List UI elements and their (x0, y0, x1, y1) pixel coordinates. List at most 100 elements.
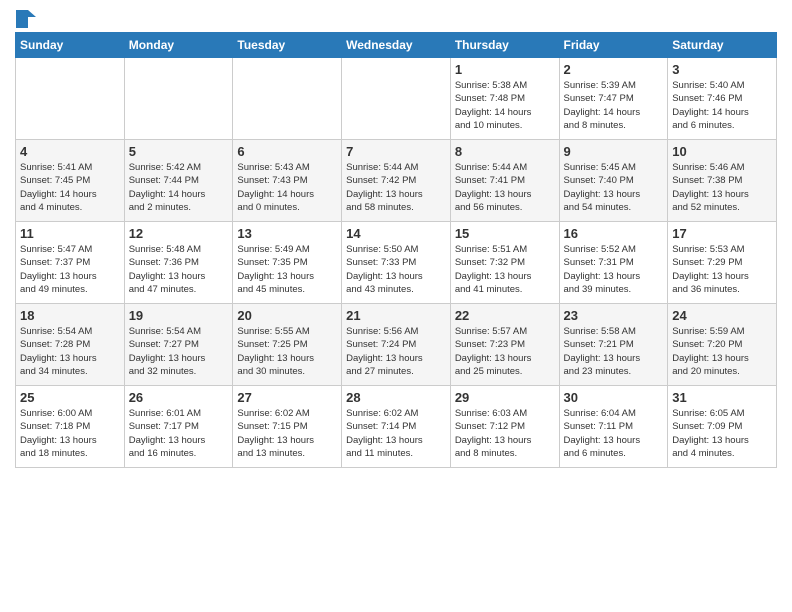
day-number: 3 (672, 62, 772, 77)
day-number: 31 (672, 390, 772, 405)
day-info: Sunrise: 6:04 AM Sunset: 7:11 PM Dayligh… (564, 407, 664, 460)
day-number: 27 (237, 390, 337, 405)
day-cell: 15 Sunrise: 5:51 AM Sunset: 7:32 PM Dayli… (450, 222, 559, 304)
day-number: 2 (564, 62, 664, 77)
calendar-table: SundayMondayTuesdayWednesdayThursdayFrid… (15, 32, 777, 468)
day-cell: 26 Sunrise: 6:01 AM Sunset: 7:17 PM Dayli… (124, 386, 233, 468)
day-number: 25 (20, 390, 120, 405)
day-cell: 31 Sunrise: 6:05 AM Sunset: 7:09 PM Dayli… (668, 386, 777, 468)
day-number: 24 (672, 308, 772, 323)
day-cell: 1 Sunrise: 5:38 AM Sunset: 7:48 PM Daylig… (450, 58, 559, 140)
day-info: Sunrise: 6:01 AM Sunset: 7:17 PM Dayligh… (129, 407, 229, 460)
day-info: Sunrise: 5:47 AM Sunset: 7:37 PM Dayligh… (20, 243, 120, 296)
day-info: Sunrise: 5:49 AM Sunset: 7:35 PM Dayligh… (237, 243, 337, 296)
logo-icon (16, 10, 36, 28)
day-info: Sunrise: 5:45 AM Sunset: 7:40 PM Dayligh… (564, 161, 664, 214)
day-cell: 28Sunrise: 6:02 AM Sunset: 7:14 PM Dayli… (342, 386, 451, 468)
day-cell: 17 Sunrise: 5:53 AM Sunset: 7:29 PM Dayli… (668, 222, 777, 304)
day-info: Sunrise: 5:40 AM Sunset: 7:46 PM Dayligh… (672, 79, 772, 132)
day-cell: 20 Sunrise: 5:55 AM Sunset: 7:25 PM Dayli… (233, 304, 342, 386)
header-row: SundayMondayTuesdayWednesdayThursdayFrid… (16, 33, 777, 58)
header-saturday: Saturday (668, 33, 777, 58)
header-thursday: Thursday (450, 33, 559, 58)
day-info: Sunrise: 5:53 AM Sunset: 7:29 PM Dayligh… (672, 243, 772, 296)
day-cell (124, 58, 233, 140)
day-number: 11 (20, 226, 120, 241)
header-wednesday: Wednesday (342, 33, 451, 58)
day-cell: 13 Sunrise: 5:49 AM Sunset: 7:35 PM Dayli… (233, 222, 342, 304)
day-number: 26 (129, 390, 229, 405)
day-cell: 4 Sunrise: 5:41 AM Sunset: 7:45 PM Daylig… (16, 140, 125, 222)
day-info: Sunrise: 5:42 AM Sunset: 7:44 PM Dayligh… (129, 161, 229, 214)
day-cell: 19 Sunrise: 5:54 AM Sunset: 7:27 PM Dayli… (124, 304, 233, 386)
day-number: 20 (237, 308, 337, 323)
day-info: Sunrise: 5:54 AM Sunset: 7:27 PM Dayligh… (129, 325, 229, 378)
day-info: Sunrise: 5:56 AM Sunset: 7:24 PM Dayligh… (346, 325, 446, 378)
day-cell: 3 Sunrise: 5:40 AM Sunset: 7:46 PM Daylig… (668, 58, 777, 140)
header-tuesday: Tuesday (233, 33, 342, 58)
day-number: 14 (346, 226, 446, 241)
day-number: 17 (672, 226, 772, 241)
day-info: Sunrise: 5:58 AM Sunset: 7:21 PM Dayligh… (564, 325, 664, 378)
day-cell: 7 Sunrise: 5:44 AM Sunset: 7:42 PM Daylig… (342, 140, 451, 222)
logo (15, 10, 37, 24)
day-info: Sunrise: 5:57 AM Sunset: 7:23 PM Dayligh… (455, 325, 555, 378)
day-number: 16 (564, 226, 664, 241)
day-number: 8 (455, 144, 555, 159)
day-cell: 5Sunrise: 5:42 AM Sunset: 7:44 PM Daylig… (124, 140, 233, 222)
day-cell (342, 58, 451, 140)
day-cell: 11 Sunrise: 5:47 AM Sunset: 7:37 PM Dayli… (16, 222, 125, 304)
header-sunday: Sunday (16, 33, 125, 58)
week-row-4: 25 Sunrise: 6:00 AM Sunset: 7:18 PM Dayli… (16, 386, 777, 468)
week-row-2: 11 Sunrise: 5:47 AM Sunset: 7:37 PM Dayli… (16, 222, 777, 304)
week-row-1: 4 Sunrise: 5:41 AM Sunset: 7:45 PM Daylig… (16, 140, 777, 222)
day-number: 1 (455, 62, 555, 77)
day-number: 18 (20, 308, 120, 323)
day-number: 12 (129, 226, 229, 241)
day-number: 19 (129, 308, 229, 323)
day-cell: 12 Sunrise: 5:48 AM Sunset: 7:36 PM Dayli… (124, 222, 233, 304)
day-number: 29 (455, 390, 555, 405)
day-cell: 9Sunrise: 5:45 AM Sunset: 7:40 PM Daylig… (559, 140, 668, 222)
day-info: Sunrise: 5:44 AM Sunset: 7:42 PM Dayligh… (346, 161, 446, 214)
day-info: Sunrise: 6:02 AM Sunset: 7:15 PM Dayligh… (237, 407, 337, 460)
week-row-0: 1 Sunrise: 5:38 AM Sunset: 7:48 PM Daylig… (16, 58, 777, 140)
day-info: Sunrise: 5:51 AM Sunset: 7:32 PM Dayligh… (455, 243, 555, 296)
day-info: Sunrise: 6:05 AM Sunset: 7:09 PM Dayligh… (672, 407, 772, 460)
day-cell: 21 Sunrise: 5:56 AM Sunset: 7:24 PM Dayli… (342, 304, 451, 386)
day-info: Sunrise: 5:39 AM Sunset: 7:47 PM Dayligh… (564, 79, 664, 132)
day-number: 28 (346, 390, 446, 405)
day-cell (233, 58, 342, 140)
day-cell: 22Sunrise: 5:57 AM Sunset: 7:23 PM Dayli… (450, 304, 559, 386)
day-info: Sunrise: 5:41 AM Sunset: 7:45 PM Dayligh… (20, 161, 120, 214)
day-cell: 29 Sunrise: 6:03 AM Sunset: 7:12 PM Dayli… (450, 386, 559, 468)
day-info: Sunrise: 5:38 AM Sunset: 7:48 PM Dayligh… (455, 79, 555, 132)
day-number: 10 (672, 144, 772, 159)
day-cell: 10 Sunrise: 5:46 AM Sunset: 7:38 PM Dayli… (668, 140, 777, 222)
day-number: 7 (346, 144, 446, 159)
day-info: Sunrise: 5:55 AM Sunset: 7:25 PM Dayligh… (237, 325, 337, 378)
week-row-3: 18 Sunrise: 5:54 AM Sunset: 7:28 PM Dayli… (16, 304, 777, 386)
day-info: Sunrise: 6:03 AM Sunset: 7:12 PM Dayligh… (455, 407, 555, 460)
day-info: Sunrise: 6:00 AM Sunset: 7:18 PM Dayligh… (20, 407, 120, 460)
day-info: Sunrise: 5:43 AM Sunset: 7:43 PM Dayligh… (237, 161, 337, 214)
day-info: Sunrise: 5:50 AM Sunset: 7:33 PM Dayligh… (346, 243, 446, 296)
day-number: 13 (237, 226, 337, 241)
day-cell: 14 Sunrise: 5:50 AM Sunset: 7:33 PM Dayli… (342, 222, 451, 304)
day-number: 4 (20, 144, 120, 159)
day-info: Sunrise: 5:52 AM Sunset: 7:31 PM Dayligh… (564, 243, 664, 296)
day-info: Sunrise: 5:44 AM Sunset: 7:41 PM Dayligh… (455, 161, 555, 214)
day-info: Sunrise: 5:46 AM Sunset: 7:38 PM Dayligh… (672, 161, 772, 214)
day-cell: 2 Sunrise: 5:39 AM Sunset: 7:47 PM Daylig… (559, 58, 668, 140)
day-number: 21 (346, 308, 446, 323)
day-number: 23 (564, 308, 664, 323)
day-cell: 30Sunrise: 6:04 AM Sunset: 7:11 PM Dayli… (559, 386, 668, 468)
day-number: 15 (455, 226, 555, 241)
page-header (15, 10, 777, 24)
header-monday: Monday (124, 33, 233, 58)
day-info: Sunrise: 5:54 AM Sunset: 7:28 PM Dayligh… (20, 325, 120, 378)
day-cell: 6Sunrise: 5:43 AM Sunset: 7:43 PM Daylig… (233, 140, 342, 222)
day-cell: 18 Sunrise: 5:54 AM Sunset: 7:28 PM Dayli… (16, 304, 125, 386)
day-cell: 27 Sunrise: 6:02 AM Sunset: 7:15 PM Dayli… (233, 386, 342, 468)
day-info: Sunrise: 5:48 AM Sunset: 7:36 PM Dayligh… (129, 243, 229, 296)
